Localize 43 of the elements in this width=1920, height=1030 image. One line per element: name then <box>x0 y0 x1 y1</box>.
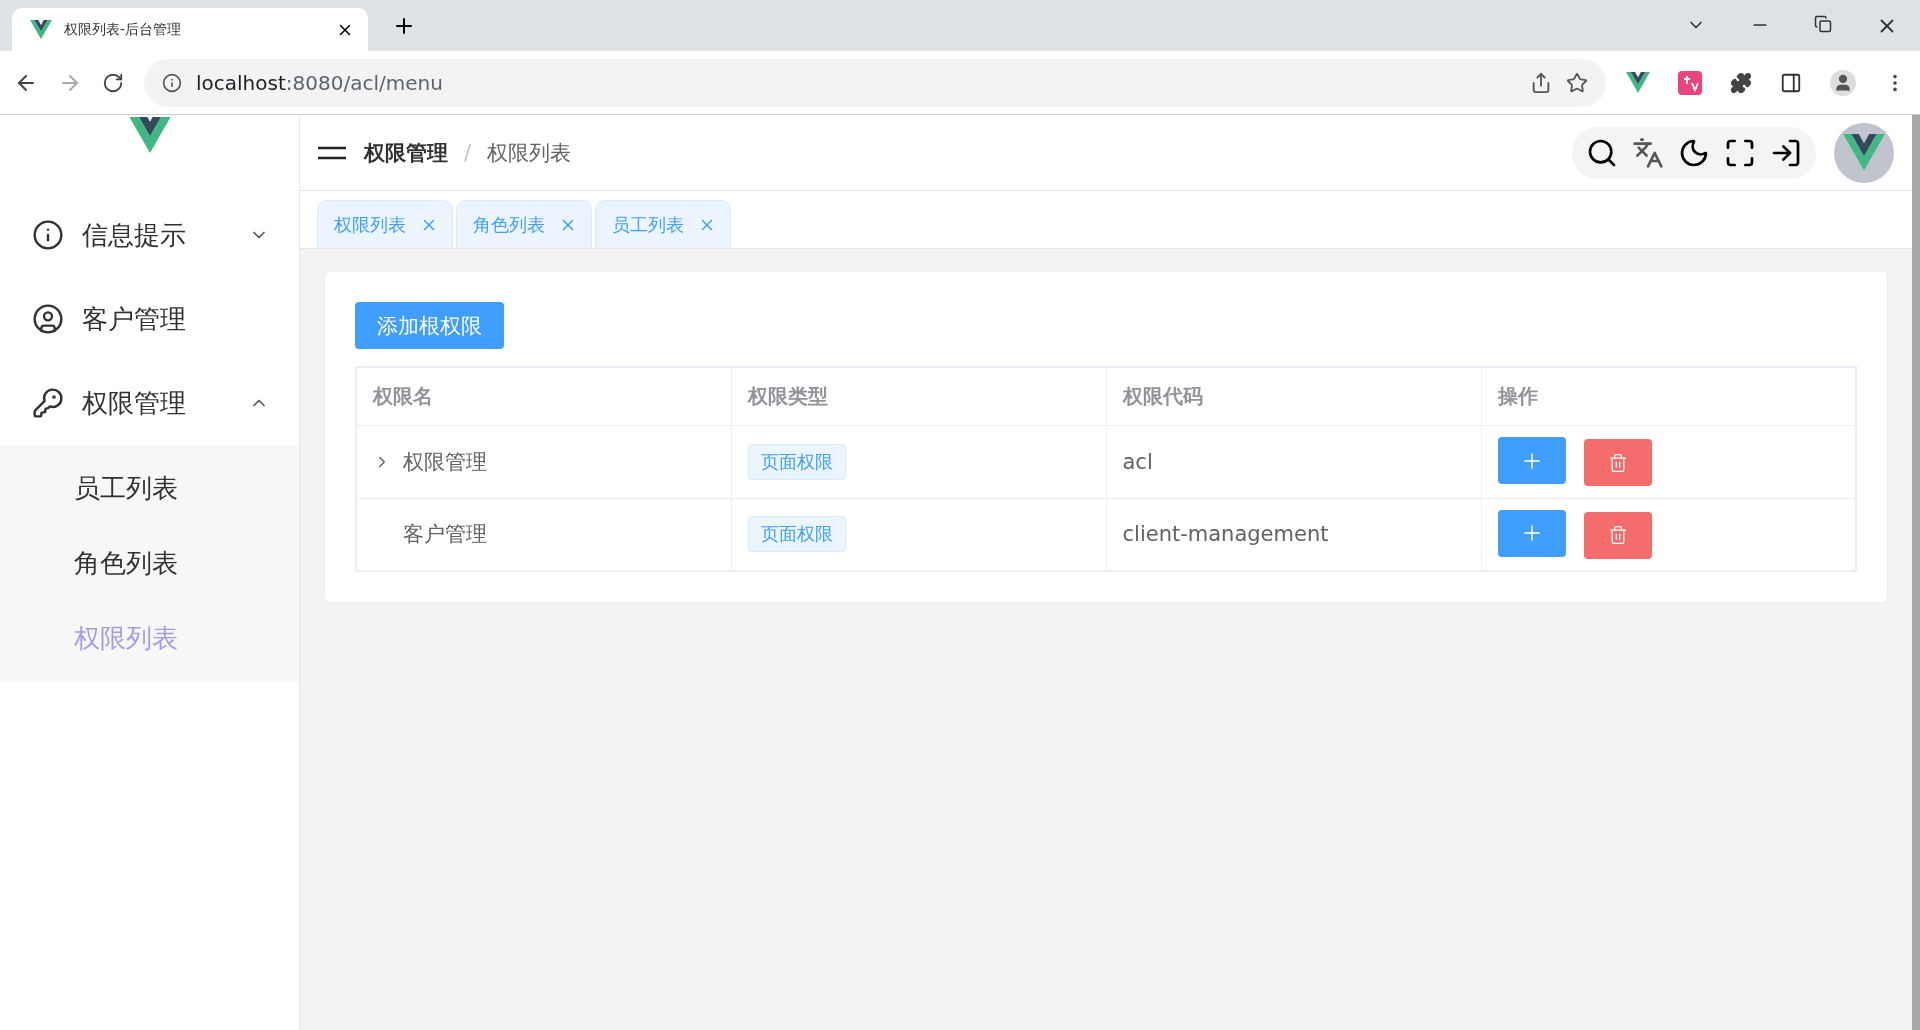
submenu-item[interactable]: 员工列表 <box>0 451 299 526</box>
logo-icon <box>1626 72 1650 93</box>
submenu-item[interactable]: 角色列表 <box>0 526 299 601</box>
restore-icon[interactable] <box>1814 14 1832 33</box>
info-icon[interactable] <box>162 72 182 93</box>
menu-icon[interactable] <box>318 145 346 160</box>
sidebar-item[interactable]: 信息提示 <box>0 193 299 277</box>
key-icon <box>32 387 64 419</box>
browser-tab[interactable]: 权限列表-后台管理 <box>12 8 368 51</box>
table-cell: client-management <box>1122 522 1329 547</box>
delete-button[interactable] <box>1583 511 1652 559</box>
reload-icon[interactable] <box>102 71 124 94</box>
type-tag: 页面权限 <box>747 516 846 553</box>
trash-icon <box>1607 525 1628 546</box>
url-text: localhost:8080/acl/menu <box>196 70 444 95</box>
table-cell-text: 客户管理 <box>403 521 487 549</box>
breadcrumb-item: 权限列表 <box>487 139 572 167</box>
sidebar-item[interactable]: 客户管理 <box>0 277 299 361</box>
extensions-icon[interactable] <box>1730 71 1752 94</box>
bookmark-star-icon[interactable] <box>1566 71 1588 94</box>
logo-icon <box>30 19 52 40</box>
breadcrumb-separator: / <box>464 140 472 165</box>
user-icon <box>32 303 64 335</box>
column-header: 权限类型 <box>731 367 1106 425</box>
share-icon[interactable] <box>1530 71 1552 94</box>
address-bar[interactable]: localhost:8080/acl/menu <box>144 58 1606 107</box>
info-icon <box>32 219 64 251</box>
translate-icon[interactable] <box>1632 136 1664 169</box>
column-header: 权限名 <box>356 367 731 425</box>
side-panel-icon[interactable] <box>1780 71 1802 94</box>
delete-button[interactable] <box>1583 439 1652 486</box>
breadcrumb-item[interactable]: 权限管理 <box>364 138 448 167</box>
table-cell-text: 权限管理 <box>403 448 487 476</box>
tab-title: 权限列表-后台管理 <box>64 20 183 39</box>
column-header: 权限代码 <box>1106 367 1481 425</box>
logo-icon <box>1843 134 1885 171</box>
sidebar-item[interactable]: 权限管理 <box>0 361 299 445</box>
translate-extension-icon[interactable] <box>1678 70 1702 95</box>
profile-icon[interactable] <box>1830 69 1856 96</box>
trash-icon <box>1607 452 1628 473</box>
table-cell: acl <box>1122 449 1153 474</box>
type-tag: 页面权限 <box>747 443 846 480</box>
add-button[interactable] <box>1497 509 1566 557</box>
